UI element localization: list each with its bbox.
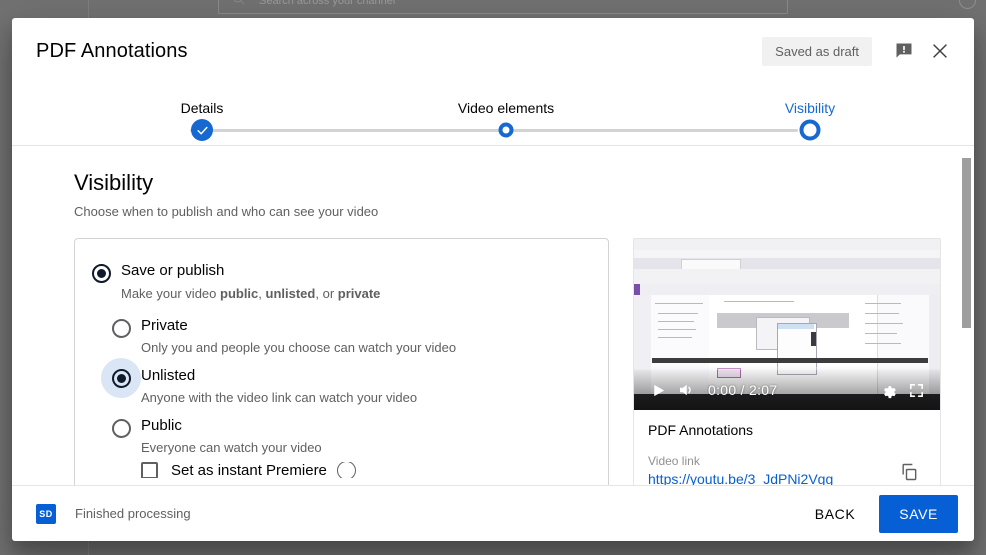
radio-save-or-publish[interactable]: Save or publish Make your video public, …: [91, 253, 592, 302]
volume-icon[interactable]: [672, 376, 700, 404]
section-subtitle: Choose when to publish and who can see y…: [74, 204, 379, 219]
step-dot-details[interactable]: [191, 119, 213, 141]
video-preview-panel: 0:00 / 2:07 PDF Annotations Video link h…: [633, 238, 941, 485]
radio-unlisted[interactable]: Unlisted Anyone with the video link can …: [101, 358, 592, 406]
quality-badge: SD: [36, 503, 56, 524]
dialog-header: PDF Annotations Saved as draft: [12, 18, 974, 84]
step-label-details[interactable]: Details: [181, 100, 224, 116]
stepper-ring-icon: [498, 122, 514, 138]
radio-save-or-publish-label: Save or publish: [121, 262, 225, 279]
visibility-content: Save or publish Make your video public, …: [74, 238, 950, 485]
step-label-video-elements[interactable]: Video elements: [458, 100, 554, 116]
radio-public-desc: Everyone can watch your video: [141, 440, 322, 455]
radio-checked-icon: [111, 368, 131, 388]
help-circle-icon[interactable]: [336, 462, 356, 478]
desc-public: public: [220, 286, 259, 301]
radio-private-desc: Only you and people you choose can watch…: [141, 340, 457, 355]
processing-status-text: Finished processing: [75, 506, 191, 521]
step-dot-visibility[interactable]: [799, 119, 821, 141]
radio-save-or-publish-desc: Make your video public, unlisted, or pri…: [121, 285, 380, 302]
video-link-url[interactable]: https://youtu.be/3_JdPNi2Vgg: [648, 471, 833, 485]
video-metadata: PDF Annotations Video link https://youtu…: [634, 410, 940, 485]
status-badge: Saved as draft: [762, 36, 872, 66]
gear-icon[interactable]: [874, 376, 902, 404]
upload-stepper: Details Video elements Visibility: [12, 84, 974, 146]
copy-icon[interactable]: [892, 455, 926, 485]
page-title: PDF Annotations: [36, 39, 188, 62]
video-link-row: Video link https://youtu.be/3_JdPNi2Vgg: [648, 454, 926, 485]
close-icon[interactable]: [922, 33, 958, 69]
desc-sep2: , or: [315, 286, 338, 301]
play-icon[interactable]: [644, 376, 672, 404]
desc-private: private: [337, 286, 381, 301]
radio-unchecked-icon: [111, 418, 131, 438]
video-link-label: Video link: [648, 454, 700, 468]
dialog-scrollbar[interactable]: [962, 146, 971, 485]
help-circle-icon[interactable]: [959, 0, 976, 9]
desc-sep1: ,: [258, 286, 266, 301]
check-icon: [191, 119, 213, 141]
step-label-visibility[interactable]: Visibility: [785, 100, 835, 116]
video-thumbnail[interactable]: 0:00 / 2:07: [634, 239, 940, 410]
radio-public-control[interactable]: [101, 408, 141, 448]
radio-public[interactable]: Public Everyone can watch your video: [111, 408, 592, 456]
radio-private[interactable]: Private Only you and people you choose c…: [111, 308, 592, 356]
radio-public-label: Public: [141, 417, 182, 434]
checkbox-instant-premiere-label: Set as instant Premiere: [171, 462, 327, 478]
stepper-track: [190, 129, 798, 132]
checkbox-unchecked-icon[interactable]: [141, 462, 158, 478]
dialog-scroll-region: Visibility Choose when to publish and wh…: [12, 146, 974, 485]
radio-unlisted-label: Unlisted: [141, 367, 196, 384]
fullscreen-icon[interactable]: [902, 376, 930, 404]
radio-unlisted-control[interactable]: [101, 358, 141, 398]
radio-save-or-publish-control[interactable]: [81, 253, 121, 293]
feedback-icon[interactable]: [886, 33, 922, 69]
upload-details-dialog: PDF Annotations Saved as draft Details V…: [12, 18, 974, 541]
checkbox-instant-premiere[interactable]: Set as instant Premiere: [111, 462, 592, 478]
radio-private-control[interactable]: [101, 308, 141, 348]
video-player-controls: 0:00 / 2:07: [634, 370, 940, 410]
desc-unlisted: unlisted: [265, 286, 316, 301]
step-dot-video-elements[interactable]: [498, 122, 514, 138]
section-title: Visibility: [74, 170, 154, 195]
dialog-footer: SD Finished processing BACK SAVE: [12, 485, 974, 541]
dialog-body: Visibility Choose when to publish and wh…: [12, 146, 974, 485]
stepper-ring-icon: [799, 119, 821, 141]
back-button[interactable]: BACK: [800, 497, 871, 531]
search-icon: [232, 0, 246, 6]
radio-private-label: Private: [141, 317, 188, 334]
visibility-options-card: Save or publish Make your video public, …: [74, 238, 609, 485]
desc-prefix: Make your video: [121, 286, 220, 301]
scrollbar-thumb[interactable]: [962, 158, 971, 328]
preview-video-title: PDF Annotations: [648, 422, 754, 438]
radio-unchecked-icon: [111, 318, 131, 338]
stepper-labels: Details Video elements Visibility: [12, 100, 974, 120]
save-button[interactable]: SAVE: [879, 494, 958, 533]
visibility-sub-options: Private Only you and people you choose c…: [91, 308, 592, 478]
radio-unlisted-desc: Anyone with the video link can watch you…: [141, 390, 418, 405]
channel-search-input[interactable]: Search across your channel: [218, 0, 788, 14]
radio-checked-icon: [91, 263, 111, 283]
video-time-display: 0:00 / 2:07: [708, 382, 778, 398]
